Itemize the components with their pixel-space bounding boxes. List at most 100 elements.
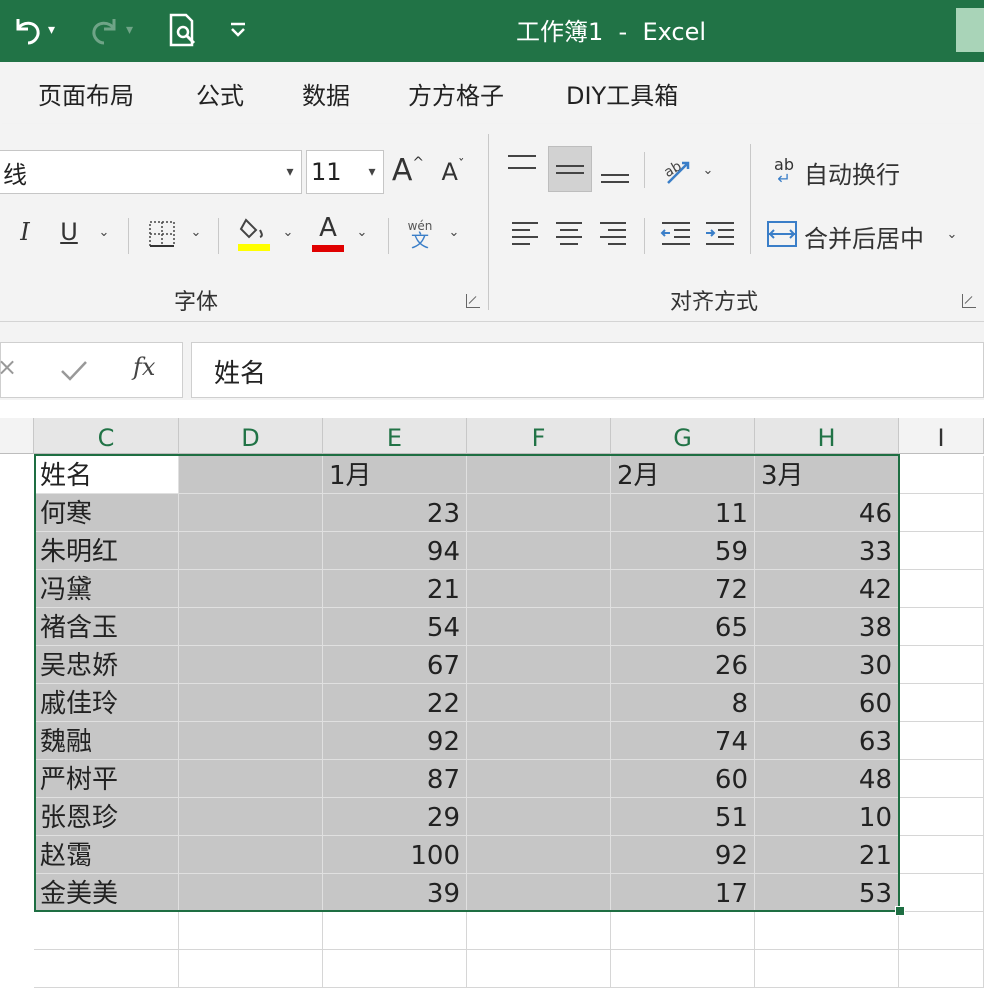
- print-preview-button[interactable]: [168, 8, 198, 52]
- table-cell[interactable]: [899, 836, 984, 874]
- table-cell[interactable]: 10: [755, 798, 899, 836]
- table-cell[interactable]: [899, 950, 984, 988]
- table-cell[interactable]: 74: [611, 722, 755, 760]
- table-cell[interactable]: [899, 722, 984, 760]
- table-cell[interactable]: [467, 532, 611, 570]
- table-cell[interactable]: [179, 532, 323, 570]
- table-cell[interactable]: 59: [611, 532, 755, 570]
- table-cell[interactable]: [899, 494, 984, 532]
- tab-data[interactable]: 数据: [302, 76, 350, 111]
- table-cell[interactable]: 48: [755, 760, 899, 798]
- table-cell[interactable]: 冯黛: [34, 570, 179, 608]
- font-color-button[interactable]: A: [308, 210, 348, 256]
- chevron-down-icon[interactable]: ▾: [279, 164, 301, 180]
- table-cell[interactable]: [179, 950, 323, 988]
- table-cell[interactable]: 87: [323, 760, 467, 798]
- table-cell[interactable]: 92: [611, 836, 755, 874]
- decrease-indent-button[interactable]: [658, 216, 694, 250]
- borders-button[interactable]: [142, 214, 182, 254]
- account-area[interactable]: [956, 8, 984, 52]
- table-cell[interactable]: 33: [755, 532, 899, 570]
- table-cell[interactable]: [611, 912, 755, 950]
- table-cell[interactable]: 吴忠娇: [34, 646, 179, 684]
- table-cell[interactable]: [467, 646, 611, 684]
- table-cell[interactable]: 张恩珍: [34, 798, 179, 836]
- table-cell[interactable]: 67: [323, 646, 467, 684]
- table-cell[interactable]: [899, 684, 984, 722]
- orientation-button[interactable]: ab: [658, 150, 696, 190]
- tab-diy-toolbox[interactable]: DIY工具箱: [566, 76, 678, 111]
- table-cell[interactable]: 23: [323, 494, 467, 532]
- table-cell[interactable]: 17: [611, 874, 755, 912]
- table-cell[interactable]: 39: [323, 874, 467, 912]
- column-header-f[interactable]: F: [467, 418, 611, 454]
- table-cell[interactable]: [467, 608, 611, 646]
- tab-fangfanggezi[interactable]: 方方格子: [408, 76, 504, 111]
- table-cell[interactable]: 54: [323, 608, 467, 646]
- align-left-button[interactable]: [508, 216, 542, 250]
- column-header-d[interactable]: D: [179, 418, 323, 454]
- table-cell[interactable]: [899, 874, 984, 912]
- align-top-button[interactable]: [508, 150, 544, 178]
- table-cell[interactable]: [467, 722, 611, 760]
- table-cell[interactable]: 53: [755, 874, 899, 912]
- table-cell[interactable]: [179, 836, 323, 874]
- enter-icon[interactable]: [59, 359, 89, 383]
- table-cell[interactable]: [323, 950, 467, 988]
- table-cell[interactable]: [467, 950, 611, 988]
- chevron-down-icon[interactable]: ⌄: [352, 222, 372, 242]
- dialog-launcher-icon[interactable]: [466, 294, 480, 308]
- table-cell[interactable]: [467, 836, 611, 874]
- table-cell[interactable]: 赵霭: [34, 836, 179, 874]
- increase-font-button[interactable]: A ^: [390, 148, 426, 192]
- insert-function-button[interactable]: fx: [133, 353, 155, 381]
- phonetic-guide-button[interactable]: wén 文: [402, 212, 438, 256]
- header-cell[interactable]: 姓名: [34, 456, 179, 494]
- align-right-button[interactable]: [596, 216, 630, 250]
- chevron-down-icon[interactable]: ⌄: [278, 222, 298, 242]
- table-cell[interactable]: [179, 874, 323, 912]
- table-cell[interactable]: [467, 798, 611, 836]
- dialog-launcher-icon[interactable]: [962, 294, 976, 308]
- font-size-combo[interactable]: 11 ▾: [306, 150, 384, 194]
- table-cell[interactable]: 42: [755, 570, 899, 608]
- customize-qat-button[interactable]: [228, 8, 248, 52]
- table-cell[interactable]: [899, 456, 984, 494]
- table-cell[interactable]: 褚含玉: [34, 608, 179, 646]
- merge-center-button[interactable]: 合并后居中: [804, 216, 924, 256]
- table-cell[interactable]: 51: [611, 798, 755, 836]
- align-center-button[interactable]: [552, 216, 586, 250]
- table-cell[interactable]: 94: [323, 532, 467, 570]
- underline-button[interactable]: U: [52, 212, 86, 252]
- table-cell[interactable]: [34, 950, 179, 988]
- table-cell[interactable]: 30: [755, 646, 899, 684]
- increase-indent-button[interactable]: [702, 216, 738, 250]
- chevron-down-icon[interactable]: ⌄: [942, 224, 962, 244]
- table-cell[interactable]: 46: [755, 494, 899, 532]
- table-cell[interactable]: 22: [323, 684, 467, 722]
- table-cell[interactable]: [467, 570, 611, 608]
- table-cell[interactable]: 严树平: [34, 760, 179, 798]
- header-cell[interactable]: 3月: [755, 456, 899, 494]
- cancel-icon[interactable]: ×: [0, 353, 17, 381]
- table-cell[interactable]: [755, 950, 899, 988]
- table-cell[interactable]: 戚佳玲: [34, 684, 179, 722]
- column-header-g[interactable]: G: [611, 418, 755, 454]
- chevron-down-icon[interactable]: ⌄: [94, 222, 114, 242]
- table-cell[interactable]: [323, 912, 467, 950]
- decrease-font-button[interactable]: Aˇ: [436, 150, 470, 194]
- table-cell[interactable]: [179, 684, 323, 722]
- table-cell[interactable]: 38: [755, 608, 899, 646]
- table-cell[interactable]: [467, 760, 611, 798]
- formula-input[interactable]: 姓名: [191, 342, 984, 398]
- chevron-down-icon[interactable]: ▾: [361, 164, 383, 180]
- align-bottom-button[interactable]: [598, 164, 632, 192]
- table-cell[interactable]: [179, 722, 323, 760]
- header-cell[interactable]: 1月: [323, 456, 467, 494]
- table-cell[interactable]: 63: [755, 722, 899, 760]
- tab-formulas[interactable]: 公式: [196, 76, 244, 111]
- fill-handle[interactable]: [895, 906, 905, 916]
- header-cell[interactable]: [179, 456, 323, 494]
- table-cell[interactable]: [179, 646, 323, 684]
- column-header-c[interactable]: C: [34, 418, 179, 454]
